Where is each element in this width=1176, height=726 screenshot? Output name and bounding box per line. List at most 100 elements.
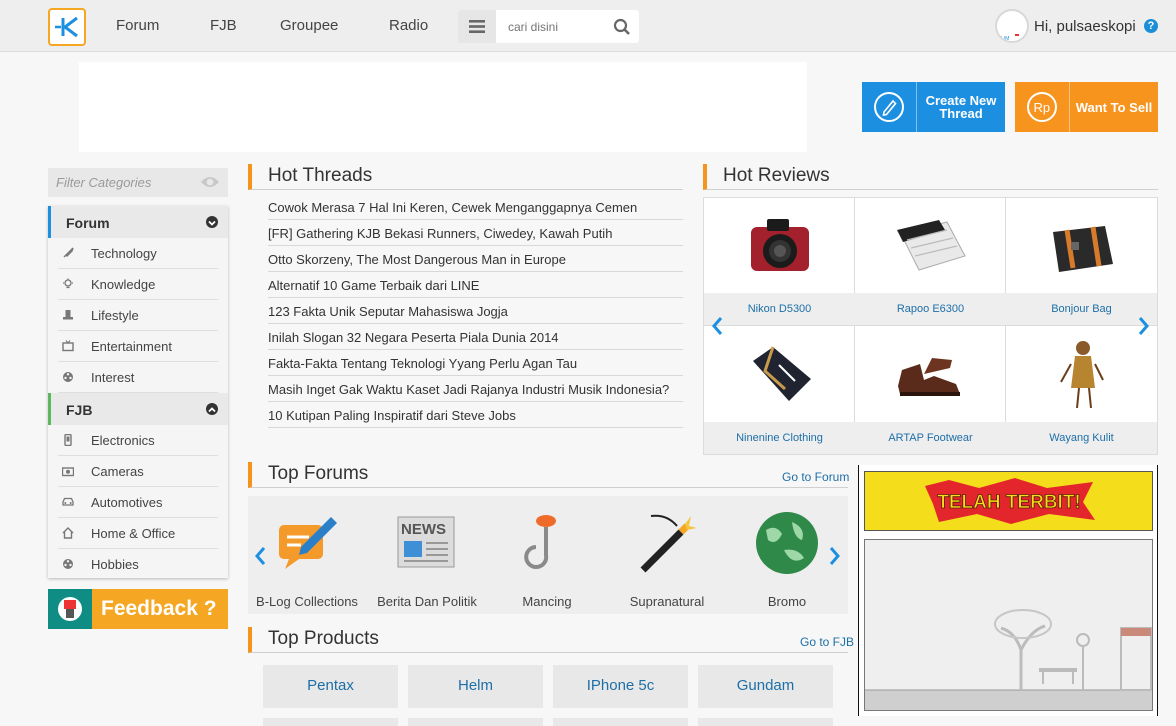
review-caption[interactable]: Ninenine Clothing bbox=[704, 422, 855, 454]
sidebar-item-knowledge[interactable]: Knowledge bbox=[58, 269, 218, 300]
review-item-wayang[interactable]: Wayang Kulit bbox=[1006, 326, 1157, 454]
chevron-up-icon[interactable] bbox=[206, 403, 218, 415]
nav-forum[interactable]: Forum bbox=[116, 17, 159, 34]
category-heading-forum[interactable]: Forum bbox=[48, 206, 228, 238]
chevron-left-icon[interactable] bbox=[710, 316, 726, 336]
sidebar-item-home-office[interactable]: Home & Office bbox=[58, 518, 218, 549]
thread-link[interactable]: Masih Inget Gak Waktu Kaset Jadi Rajanya… bbox=[268, 376, 683, 402]
review-caption[interactable]: ARTAP Footwear bbox=[855, 422, 1006, 454]
home-icon bbox=[62, 527, 74, 539]
chevron-down-icon[interactable] bbox=[206, 216, 218, 228]
sidebar-item-hobbies[interactable]: Hobbies bbox=[58, 549, 218, 580]
forum-item-berita-politik[interactable]: NEWS Berita Dan Politik bbox=[372, 508, 482, 609]
thread-link[interactable]: Inilah Slogan 32 Negara Peserta Piala Du… bbox=[268, 324, 683, 350]
thread-link[interactable]: Fakta-Fakta Tentang Teknologi Yyang Perl… bbox=[268, 350, 683, 376]
forum-label: Bromo bbox=[767, 594, 807, 609]
create-thread-label: Create New Thread bbox=[925, 93, 997, 121]
thread-link[interactable]: Otto Skorzeny, The Most Dangerous Man in… bbox=[268, 246, 683, 272]
product-tile-row2[interactable] bbox=[553, 718, 688, 726]
want-to-sell-button[interactable]: Rp Want To Sell bbox=[1015, 82, 1158, 132]
sidebar-item-cameras[interactable]: Cameras bbox=[58, 456, 218, 487]
sidebar-item-label: Cameras bbox=[91, 464, 144, 479]
hamburger-menu-icon[interactable] bbox=[458, 10, 496, 43]
go-to-forum-link[interactable]: Go to Forum bbox=[782, 470, 849, 484]
sidebar-item-label: Knowledge bbox=[91, 277, 156, 292]
magic-wand-icon bbox=[632, 508, 702, 578]
telah-terbit-ad[interactable]: TELAH TERBIT! bbox=[864, 471, 1153, 531]
product-tile-row2[interactable] bbox=[698, 718, 833, 726]
top-navbar: Forum FJB Groupee Radio LIM Hi, pulsaesk… bbox=[0, 0, 1176, 52]
sidebar-item-technology[interactable]: Technology bbox=[58, 238, 218, 269]
want-to-sell-label: Want To Sell bbox=[1075, 99, 1153, 115]
terbit-text: TELAH TERBIT! bbox=[937, 492, 1081, 513]
avatar[interactable]: LIM bbox=[995, 9, 1029, 43]
svg-text:Rp: Rp bbox=[1034, 100, 1051, 115]
review-caption[interactable]: Wayang Kulit bbox=[1006, 422, 1157, 454]
product-tile[interactable]: Pentax bbox=[263, 665, 398, 708]
sidebar-item-interest[interactable]: Interest bbox=[58, 362, 218, 393]
search-icon[interactable] bbox=[613, 18, 631, 36]
review-caption[interactable]: Nikon D5300 bbox=[704, 293, 855, 325]
car-icon bbox=[62, 496, 74, 508]
review-item-artap[interactable]: ARTAP Footwear bbox=[855, 326, 1006, 454]
feedback-label: Feedback ? bbox=[101, 597, 217, 620]
user-greeting[interactable]: Hi, pulsaeskopi bbox=[1034, 18, 1136, 35]
search-bar bbox=[458, 10, 639, 43]
nav-fjb[interactable]: FJB bbox=[210, 17, 237, 34]
ad-banner-slot bbox=[79, 62, 807, 152]
illustration-ad[interactable] bbox=[864, 539, 1153, 711]
hot-reviews-title: Hot Reviews bbox=[703, 164, 1158, 190]
svg-text:LIM: LIM bbox=[1001, 36, 1009, 41]
sidebar-item-entertainment[interactable]: Entertainment bbox=[58, 331, 218, 362]
sidebar-item-automotives[interactable]: Automotives bbox=[58, 487, 218, 518]
review-item-ninenine[interactable]: Ninenine Clothing bbox=[704, 326, 855, 454]
sidebar-item-electronics[interactable]: Electronics bbox=[58, 425, 218, 456]
hot-threads-list: Cowok Merasa 7 Hal Ini Keren, Cewek Meng… bbox=[268, 194, 683, 428]
globe-icon bbox=[752, 508, 822, 578]
category-panel: Forum Technology Knowledge Lifestyle Ent… bbox=[48, 206, 228, 578]
category-heading-fjb[interactable]: FJB bbox=[48, 393, 228, 425]
film-reel-icon bbox=[62, 371, 74, 383]
eye-icon[interactable] bbox=[200, 175, 220, 192]
sidebar-item-lifestyle[interactable]: Lifestyle bbox=[58, 300, 218, 331]
forum-item-mancing[interactable]: Mancing bbox=[492, 508, 602, 609]
go-to-fjb-link[interactable]: Go to FJB bbox=[800, 635, 854, 649]
sidebar-item-label: Interest bbox=[91, 370, 135, 385]
review-item-nikon[interactable]: Nikon D5300 bbox=[704, 198, 855, 326]
forum-label: Berita Dan Politik bbox=[377, 594, 477, 609]
create-thread-button[interactable]: Create New Thread bbox=[862, 82, 1005, 132]
filter-categories-input[interactable]: Filter Categories bbox=[48, 168, 228, 197]
fishing-hook-icon bbox=[512, 508, 582, 578]
chevron-right-icon[interactable] bbox=[1135, 316, 1151, 336]
review-caption[interactable]: Rapoo E6300 bbox=[855, 293, 1006, 325]
sidebar-item-label: Entertainment bbox=[91, 339, 172, 354]
sidebar-item-label: Home & Office bbox=[91, 526, 176, 541]
chevron-right-icon[interactable] bbox=[826, 546, 842, 566]
hot-threads-title: Hot Threads bbox=[248, 164, 683, 190]
forum-item-supranatural[interactable]: Supranatural bbox=[612, 508, 722, 609]
kaskus-logo-icon[interactable] bbox=[48, 8, 86, 46]
nav-groupee[interactable]: Groupee bbox=[280, 17, 338, 34]
product-tile[interactable]: Gundam bbox=[698, 665, 833, 708]
product-tile[interactable]: IPhone 5c bbox=[553, 665, 688, 708]
product-tile-row2[interactable] bbox=[263, 718, 398, 726]
pencil-icon bbox=[862, 82, 917, 132]
review-item-bonjour-bag[interactable]: Bonjour Bag bbox=[1006, 198, 1157, 326]
thread-link[interactable]: Alternatif 10 Game Terbaik dari LINE bbox=[268, 272, 683, 298]
feedback-button[interactable]: Feedback ? bbox=[48, 589, 228, 629]
thread-link[interactable]: [FR] Gathering KJB Bekasi Runners, Ciwed… bbox=[268, 220, 683, 246]
review-item-rapoo[interactable]: Rapoo E6300 bbox=[855, 198, 1006, 326]
product-tile[interactable]: Helm bbox=[408, 665, 543, 708]
tv-icon bbox=[62, 340, 74, 352]
thread-link[interactable]: 123 Fakta Unik Seputar Mahasiswa Jogja bbox=[268, 298, 683, 324]
forum-item-blog[interactable]: B-Log Collections bbox=[252, 508, 362, 609]
product-tile-row2[interactable] bbox=[408, 718, 543, 726]
thread-link[interactable]: Cowok Merasa 7 Hal Ini Keren, Cewek Meng… bbox=[268, 194, 683, 220]
category-heading-label: FJB bbox=[66, 402, 93, 418]
top-forums-title: Top Forums bbox=[248, 462, 848, 488]
thread-link[interactable]: 10 Kutipan Paling Inspiratif dari Steve … bbox=[268, 402, 683, 428]
top-products-title: Top Products bbox=[248, 627, 848, 653]
nav-radio[interactable]: Radio bbox=[389, 17, 428, 34]
search-input[interactable] bbox=[496, 19, 606, 34]
help-icon[interactable]: ? bbox=[1144, 19, 1158, 33]
